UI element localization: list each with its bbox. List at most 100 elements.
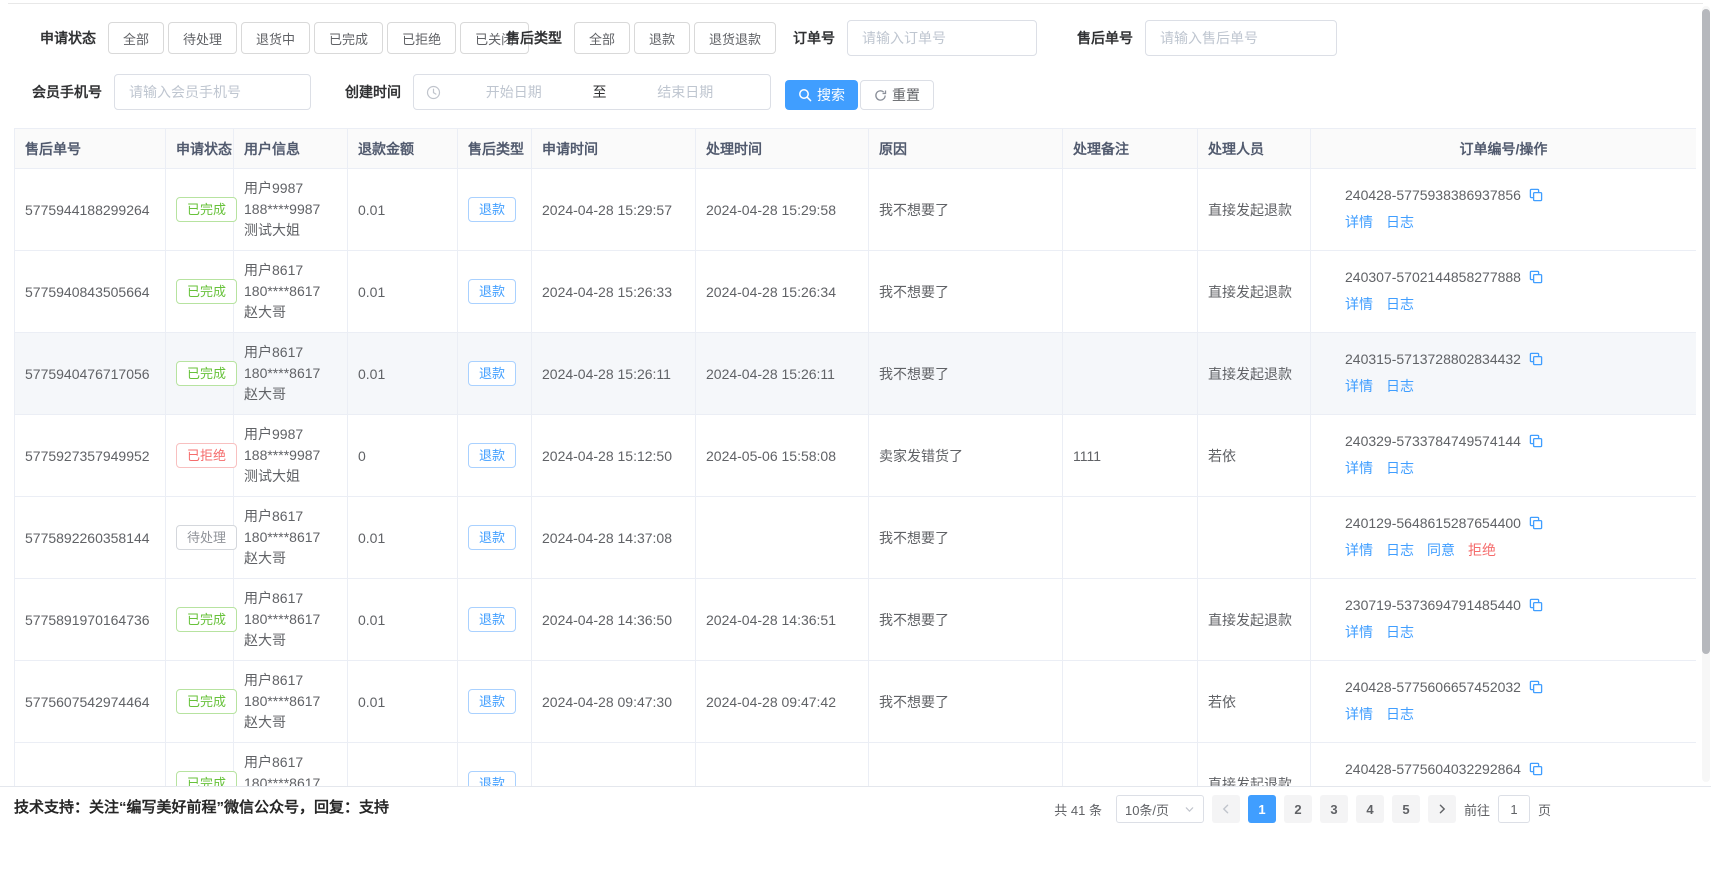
cell-aftersale-no: 5775891970164736	[15, 579, 166, 661]
cell-handle-time: 2024-04-28 15:29:58	[696, 169, 869, 251]
copy-document-icon[interactable]	[1528, 679, 1544, 695]
copy-document-icon[interactable]	[1528, 515, 1544, 531]
action-link-详情[interactable]: 详情	[1345, 624, 1373, 640]
cell-type: 退款	[458, 251, 532, 333]
end-date-placeholder[interactable]: 结束日期	[613, 82, 759, 102]
type-filter-button[interactable]: 全部	[574, 22, 630, 54]
page-button-3[interactable]: 3	[1320, 795, 1348, 823]
page-button-1[interactable]: 1	[1248, 795, 1276, 823]
column-header-status: 申请状态	[166, 129, 234, 169]
row-actions: 详情日志	[1345, 704, 1686, 724]
cell-refund-amount: 0.01	[348, 333, 458, 415]
chevron-left-icon	[1220, 803, 1232, 815]
date-range-picker[interactable]: 开始日期 至 结束日期	[413, 74, 771, 110]
cell-refund-amount: 0.01	[348, 251, 458, 333]
user-info-line: 180****8617	[244, 773, 337, 786]
user-info-line: 测试大姐	[244, 466, 337, 487]
status-filter-button[interactable]: 已完成	[314, 22, 383, 54]
copy-document-icon[interactable]	[1528, 433, 1544, 449]
column-header-apply-time: 申请时间	[532, 129, 696, 169]
cell-status: 已完成	[166, 743, 234, 787]
copy-document-icon[interactable]	[1528, 187, 1544, 203]
action-link-详情[interactable]: 详情	[1345, 296, 1373, 312]
action-link-详情[interactable]: 详情	[1345, 214, 1373, 230]
next-page-button[interactable]	[1428, 795, 1456, 823]
vertical-scrollbar[interactable]	[1702, 6, 1710, 782]
cell-status: 待处理	[166, 497, 234, 579]
user-info-line: 赵大哥	[244, 712, 337, 733]
type-filter-button[interactable]: 退货退款	[694, 22, 776, 54]
goto-page-input[interactable]	[1498, 795, 1530, 823]
user-info-line: 赵大哥	[244, 384, 337, 405]
action-link-日志[interactable]: 日志	[1386, 296, 1414, 312]
scrollbar-thumb[interactable]	[1702, 9, 1710, 654]
status-filter-group: 申请状态 全部待处理退货中已完成已拒绝已关闭	[40, 20, 533, 56]
copy-document-icon[interactable]	[1528, 597, 1544, 613]
page-button-2[interactable]: 2	[1284, 795, 1312, 823]
cell-aftersale-no: 5775927357949952	[15, 415, 166, 497]
type-filter-button[interactable]: 退款	[634, 22, 690, 54]
cell-apply-time: 2024-04-28 15:29:57	[532, 169, 696, 251]
action-link-同意[interactable]: 同意	[1427, 542, 1455, 558]
cell-reason: 我不想要了	[869, 333, 1063, 415]
table-row: 5775940843505664已完成用户8617180****8617赵大哥0…	[15, 251, 1697, 333]
cell-order-op: 240129-5648615287654400 详情日志同意拒绝	[1311, 497, 1697, 579]
action-link-详情[interactable]: 详情	[1345, 460, 1373, 476]
cell-remark	[1063, 579, 1198, 661]
action-link-拒绝[interactable]: 拒绝	[1468, 542, 1496, 558]
action-link-详情[interactable]: 详情	[1345, 378, 1373, 394]
order-no-line: 230719-5373694791485440	[1345, 597, 1686, 613]
copy-document-icon[interactable]	[1528, 761, 1544, 777]
reset-button[interactable]: 重置	[860, 80, 934, 110]
cell-user-info: 用户8617180****8617赵大哥	[234, 251, 348, 333]
cell-remark	[1063, 661, 1198, 743]
order-no-input[interactable]	[847, 20, 1037, 56]
page-button-5[interactable]: 5	[1392, 795, 1420, 823]
column-header-type: 售后类型	[458, 129, 532, 169]
member-phone-input[interactable]	[114, 74, 311, 110]
cell-refund-amount	[348, 743, 458, 787]
order-no-text: 240329-5733784749574144	[1345, 433, 1521, 449]
action-link-详情[interactable]: 详情	[1345, 706, 1373, 722]
status-badge: 已完成	[176, 361, 237, 386]
action-link-日志[interactable]: 日志	[1386, 542, 1414, 558]
cell-handle-time: 2024-04-28 15:26:11	[696, 333, 869, 415]
cell-handle-time	[696, 743, 869, 787]
aftersale-no-input[interactable]	[1145, 20, 1337, 56]
aftersale-no-filter-group: 售后单号	[1077, 20, 1337, 56]
member-phone-label: 会员手机号	[32, 82, 102, 102]
cell-type: 退款	[458, 333, 532, 415]
action-link-日志[interactable]: 日志	[1386, 378, 1414, 394]
action-link-日志[interactable]: 日志	[1386, 706, 1414, 722]
cell-reason: 我不想要了	[869, 497, 1063, 579]
cell-type: 退款	[458, 661, 532, 743]
order-no-text: 240129-5648615287654400	[1345, 515, 1521, 531]
action-link-详情[interactable]: 详情	[1345, 542, 1373, 558]
status-filter-button[interactable]: 已拒绝	[387, 22, 456, 54]
cell-reason: 我不想要了	[869, 251, 1063, 333]
user-info-line: 180****8617	[244, 363, 337, 384]
status-badge: 已完成	[176, 689, 237, 714]
action-link-日志[interactable]: 日志	[1386, 460, 1414, 476]
page-button-4[interactable]: 4	[1356, 795, 1384, 823]
action-link-日志[interactable]: 日志	[1386, 214, 1414, 230]
status-filter-label: 申请状态	[40, 28, 96, 48]
status-badge: 已完成	[176, 771, 237, 786]
type-filter-group: 售后类型 全部退款退货退款	[506, 20, 780, 56]
cell-refund-amount: 0.01	[348, 169, 458, 251]
status-filter-button[interactable]: 全部	[108, 22, 164, 54]
table-row: 5775892260358144待处理用户8617180****8617赵大哥0…	[15, 497, 1697, 579]
page-size-select[interactable]: 10条/页	[1116, 795, 1204, 823]
prev-page-button[interactable]	[1212, 795, 1240, 823]
copy-document-icon[interactable]	[1528, 269, 1544, 285]
column-header-order-op: 订单编号/操作	[1311, 129, 1697, 169]
user-info-line: 188****9987	[244, 199, 337, 220]
cell-handle-time: 2024-04-28 15:26:34	[696, 251, 869, 333]
search-button[interactable]: 搜索	[785, 80, 858, 110]
cell-aftersale-no: 5775940476717056	[15, 333, 166, 415]
status-filter-button[interactable]: 退货中	[241, 22, 310, 54]
action-link-日志[interactable]: 日志	[1386, 624, 1414, 640]
status-filter-button[interactable]: 待处理	[168, 22, 237, 54]
start-date-placeholder[interactable]: 开始日期	[441, 82, 587, 102]
copy-document-icon[interactable]	[1528, 351, 1544, 367]
